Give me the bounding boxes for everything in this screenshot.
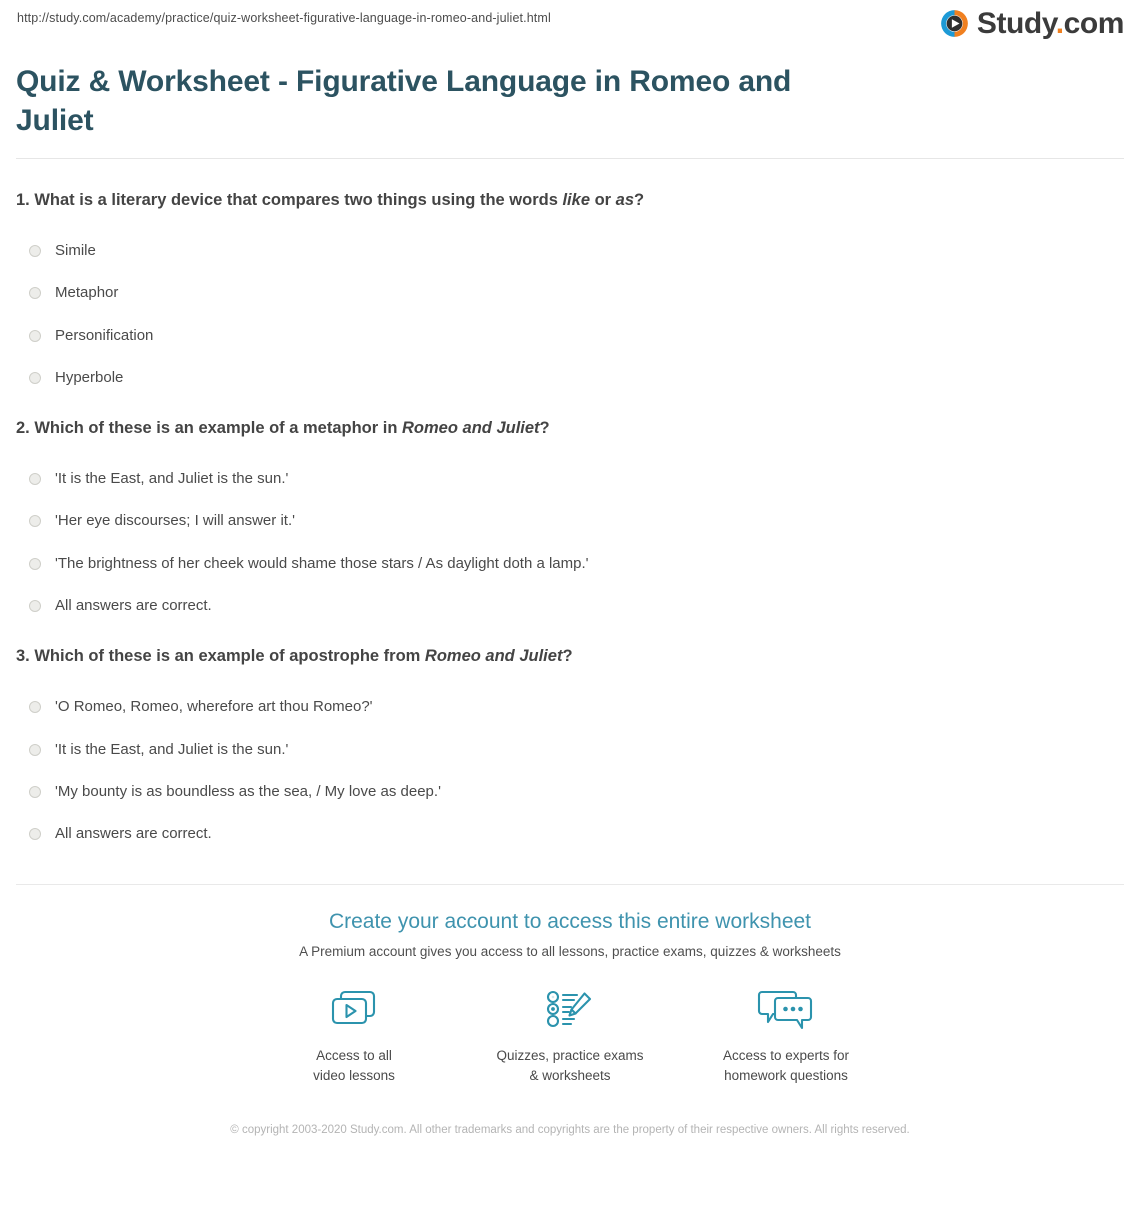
chat-bubbles-icon	[678, 983, 894, 1035]
question-text: 1. What is a literary device that compar…	[16, 191, 645, 209]
radio-button-icon[interactable]	[29, 473, 41, 486]
radio-button-icon[interactable]	[29, 557, 41, 570]
answer-option[interactable]: 'The brightness of her cheek would shame…	[16, 554, 1124, 574]
answer-option[interactable]: 'It is the East, and Juliet is the sun.'	[16, 740, 1124, 760]
answer-option-label: 'The brightness of her cheek would shame…	[55, 554, 589, 572]
answer-option[interactable]: 'Her eye discourses; I will answer it.'	[16, 511, 1124, 531]
answer-options: 'O Romeo, Romeo, wherefore art thou Rome…	[16, 697, 1124, 844]
answer-option[interactable]: Simile	[16, 241, 1124, 261]
radio-button-icon[interactable]	[29, 515, 41, 528]
answer-options: Simile Metaphor Personification Hyperbole	[16, 241, 1124, 388]
logo-tld: com	[1063, 6, 1125, 40]
answer-option-label: Personification	[55, 326, 154, 344]
answer-option-label: 'Her eye discourses; I will answer it.'	[55, 512, 295, 530]
question-text: 2. Which of these is an example of a met…	[16, 419, 550, 438]
answer-option-label: 'It is the East, and Juliet is the sun.'	[55, 470, 289, 488]
feature-expert-help: Access to experts for homework questions	[678, 983, 894, 1085]
answer-option[interactable]: All answers are correct.	[16, 596, 1124, 616]
feature-quizzes: Quizzes, practice exams & worksheets	[462, 983, 678, 1085]
logo-name: Study	[976, 6, 1056, 40]
study-com-logo[interactable]: Study.com	[939, 8, 1124, 39]
answer-option[interactable]: 'My bounty is as boundless as the sea, /…	[16, 782, 1124, 802]
video-lessons-icon	[246, 983, 462, 1035]
radio-button-icon[interactable]	[29, 599, 41, 612]
quiz-questions-list: 1. What is a literary device that compar…	[0, 189, 1140, 844]
answer-option[interactable]: Metaphor	[16, 283, 1124, 303]
answer-option-label: Metaphor	[55, 284, 119, 302]
answer-option[interactable]: 'It is the East, and Juliet is the sun.'	[16, 469, 1124, 489]
radio-button-icon[interactable]	[29, 743, 41, 756]
print-header: http://study.com/academy/practice/quiz-w…	[0, 0, 1140, 58]
quiz-question: 3. Which of these is an example of apost…	[16, 645, 1124, 844]
answer-option-label: 'It is the East, and Juliet is the sun.'	[55, 740, 289, 758]
feature-label: Access to experts for homework questions	[722, 1048, 850, 1084]
radio-button-icon[interactable]	[29, 371, 41, 384]
cta-title[interactable]: Create your account to access this entir…	[0, 909, 1140, 934]
answer-option-label: Hyperbole	[55, 368, 124, 386]
radio-button-icon[interactable]	[29, 701, 41, 714]
radio-button-icon[interactable]	[29, 785, 41, 798]
play-circle-logo-icon	[941, 10, 968, 37]
quiz-question: 1. What is a literary device that compar…	[16, 189, 1124, 388]
radio-button-icon[interactable]	[29, 329, 41, 342]
cta-features-row: Access to all video lessons Quizzes, pra…	[0, 983, 1140, 1085]
feature-video-lessons: Access to all video lessons	[246, 983, 462, 1085]
feature-label: Access to all video lessons	[313, 1048, 395, 1084]
question-text: 3. Which of these is an example of apost…	[16, 647, 573, 666]
feature-label: Quizzes, practice exams & worksheets	[496, 1048, 644, 1084]
logo-wordmark: Study.com	[976, 6, 1125, 40]
quiz-pencil-icon	[462, 983, 678, 1035]
copyright-notice: © copyright 2003-2020 Study.com. All oth…	[230, 1123, 910, 1136]
quiz-question: 2. Which of these is an example of a met…	[16, 417, 1124, 616]
page-url: http://study.com/academy/practice/quiz-w…	[17, 11, 551, 25]
answer-options: 'It is the East, and Juliet is the sun.'…	[16, 469, 1124, 616]
cta-subtitle: A Premium account gives you access to al…	[299, 944, 841, 960]
title-divider	[16, 158, 1124, 159]
answer-option[interactable]: 'O Romeo, Romeo, wherefore art thou Rome…	[16, 697, 1124, 717]
answer-option-label: 'My bounty is as boundless as the sea, /…	[55, 782, 441, 800]
worksheet-page: http://study.com/academy/practice/quiz-w…	[0, 0, 1140, 1208]
answer-option-label: 'O Romeo, Romeo, wherefore art thou Rome…	[55, 698, 373, 716]
radio-button-icon[interactable]	[29, 287, 41, 300]
answer-option[interactable]: Hyperbole	[16, 368, 1124, 388]
answer-option[interactable]: All answers are correct.	[16, 824, 1124, 844]
answer-option[interactable]: Personification	[16, 326, 1124, 346]
page-title: Quiz & Worksheet - Figurative Language i…	[16, 65, 792, 137]
answer-option-label: All answers are correct.	[55, 825, 212, 843]
create-account-cta: Create your account to access this entir…	[0, 885, 1140, 1138]
radio-button-icon[interactable]	[29, 828, 41, 841]
radio-button-icon[interactable]	[29, 245, 41, 258]
answer-option-label: Simile	[55, 242, 96, 260]
answer-option-label: All answers are correct.	[55, 596, 212, 614]
logo-dot: .	[1055, 6, 1064, 40]
